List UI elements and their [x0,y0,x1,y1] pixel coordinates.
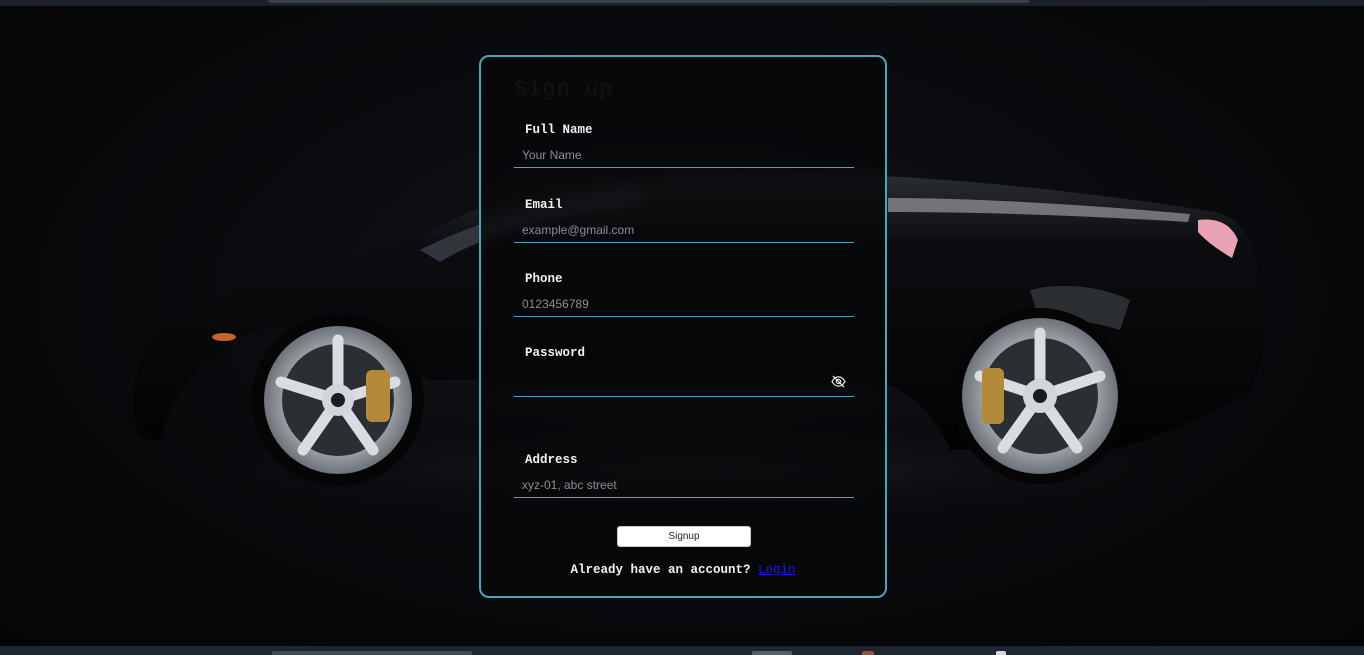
signup-form-card: Sign up Full Name Email Phone Password A… [479,55,887,598]
email-input[interactable] [514,218,854,243]
full-name-field: Full Name [514,123,854,175]
email-field: Email [514,198,854,250]
address-field: Address [514,453,854,505]
form-title: Sign up [514,77,614,102]
address-label: Address [525,453,578,467]
taskbar-item[interactable] [862,651,874,655]
full-name-input[interactable] [514,143,854,168]
password-field: Password [514,346,854,398]
taskbar-strip [0,646,1364,655]
password-input[interactable] [514,372,854,397]
signup-page: Sign up Full Name Email Phone Password A… [0,0,1364,655]
phone-field: Phone [514,272,854,324]
phone-label: Phone [525,272,563,286]
login-prompt-line: Already have an account? Login [481,563,885,577]
login-link[interactable]: Login [758,563,796,577]
eye-slash-icon[interactable] [831,375,846,388]
login-prompt-text: Already have an account? [570,563,751,577]
taskbar-item[interactable] [752,651,792,655]
password-label: Password [525,346,586,360]
taskbar-item[interactable] [272,651,472,655]
full-name-label: Full Name [525,123,593,137]
taskbar-item[interactable] [996,651,1006,655]
phone-input[interactable] [514,292,854,317]
signup-button[interactable]: Signup [617,526,751,547]
address-input[interactable] [514,473,854,498]
email-label: Email [525,198,563,212]
